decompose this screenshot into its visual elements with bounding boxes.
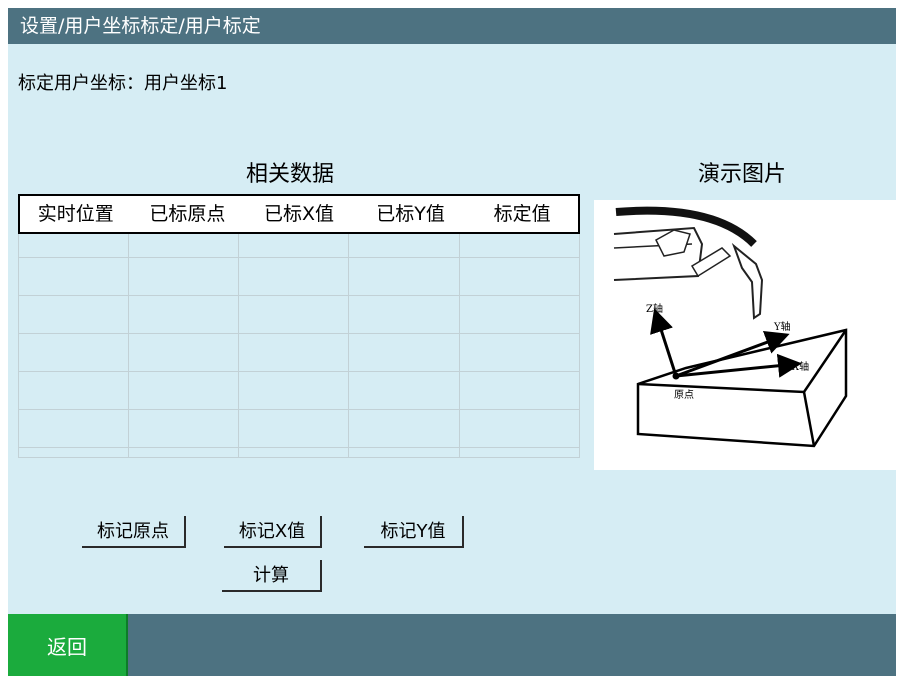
column-header: 已标原点 <box>149 203 226 225</box>
mark-x-button[interactable]: 标记X值 <box>224 516 322 548</box>
column-header: 标定值 <box>493 203 551 225</box>
calculate-button[interactable]: 计算 <box>222 560 322 592</box>
robot-calibration-illustration: Z轴 Y轴 X轴 原点 <box>613 206 848 448</box>
data-section-title: 相关数据 <box>246 162 335 187</box>
breadcrumb: 设置/用户坐标标定/用户标定 <box>20 15 261 37</box>
data-table: 实时位置 已标原点 已标X值 已标Y值 标定值 <box>18 194 580 458</box>
calibration-subtitle: 标定用户坐标：用户坐标1 <box>18 73 228 94</box>
mark-y-button[interactable]: 标记Y值 <box>364 516 464 548</box>
table-grid <box>18 234 580 458</box>
origin-label: 原点 <box>674 389 694 401</box>
screen: 设置/用户坐标标定/用户标定 标定用户坐标：用户坐标1 相关数据 演示图片 实时… <box>8 8 896 676</box>
demo-section-title: 演示图片 <box>698 162 787 187</box>
demo-image: Z轴 Y轴 X轴 原点 <box>594 200 896 470</box>
mark-origin-button[interactable]: 标记原点 <box>82 516 186 548</box>
bottom-bar <box>8 614 896 676</box>
axis-z-label: Z轴 <box>646 302 663 315</box>
axis-x-label: X轴 <box>792 360 809 373</box>
column-header: 实时位置 <box>37 203 114 225</box>
column-header: 已标X值 <box>263 203 334 225</box>
back-button[interactable]: 返回 <box>8 614 128 676</box>
title-bar: 设置/用户坐标标定/用户标定 <box>8 8 896 44</box>
column-header: 已标Y值 <box>376 203 445 225</box>
table-header: 实时位置 已标原点 已标X值 已标Y值 标定值 <box>18 194 580 234</box>
axis-y-label: Y轴 <box>773 320 791 333</box>
